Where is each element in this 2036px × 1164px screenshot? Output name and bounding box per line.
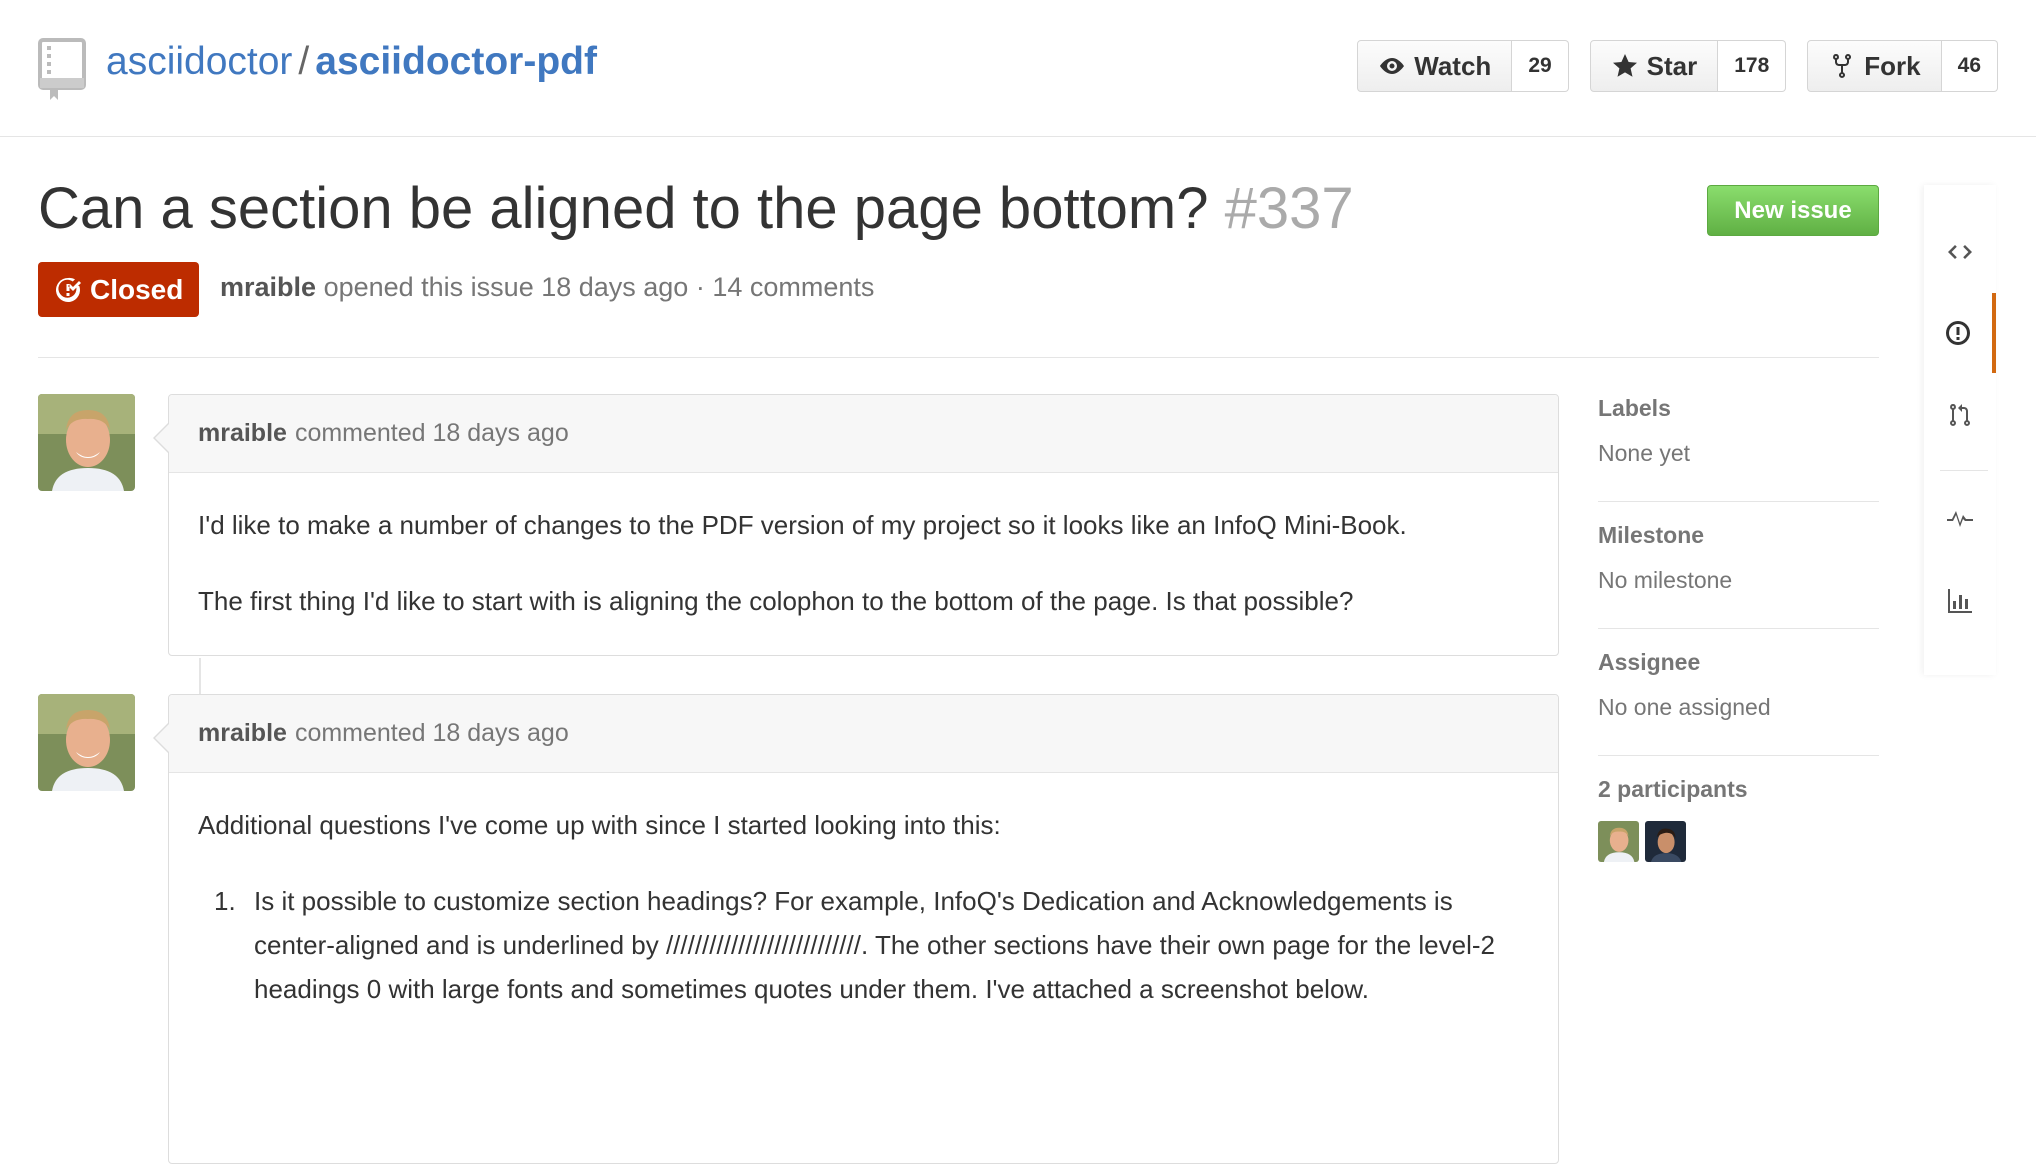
star-group: Star 178 bbox=[1589, 40, 1787, 92]
star-icon bbox=[1612, 54, 1637, 77]
header-divider bbox=[38, 357, 1879, 358]
participant-avatars bbox=[1598, 821, 1879, 862]
nav-graphs[interactable] bbox=[1924, 560, 1996, 640]
repo-name-link[interactable]: asciidoctor-pdf bbox=[315, 40, 597, 83]
participant-avatar[interactable] bbox=[1598, 821, 1639, 862]
sidebar-assignee: Assignee No one assigned bbox=[1598, 628, 1879, 755]
watch-count[interactable]: 29 bbox=[1512, 40, 1569, 92]
sidebar-milestone: Milestone No milestone bbox=[1598, 501, 1879, 628]
repo-actions: Watch 29 Star 178 Fork 46 bbox=[1357, 40, 1998, 92]
star-label: Star bbox=[1646, 50, 1698, 81]
milestone-heading[interactable]: Milestone bbox=[1598, 522, 1879, 549]
issue-sidebar: Labels None yet Milestone No milestone A… bbox=[1598, 395, 1879, 896]
assignee-value: No one assigned bbox=[1598, 694, 1771, 720]
avatar-photo bbox=[38, 694, 135, 791]
fork-label: Fork bbox=[1864, 50, 1921, 81]
comment-2: mraible commented 18 days ago Additional… bbox=[153, 694, 1559, 1164]
repo-icon bbox=[38, 38, 86, 100]
avatar[interactable] bbox=[38, 694, 135, 791]
issue-title-text: Can a section be aligned to the page bot… bbox=[38, 176, 1209, 241]
graph-icon bbox=[1948, 589, 1972, 613]
watch-label: Watch bbox=[1414, 50, 1492, 81]
nav-pulse[interactable] bbox=[1924, 480, 1996, 560]
comment-paragraph: The first thing I'd like to start with i… bbox=[198, 586, 1354, 616]
labels-heading[interactable]: Labels bbox=[1598, 395, 1879, 422]
comment-meta: commented 18 days ago bbox=[294, 719, 569, 747]
assignee-heading[interactable]: Assignee bbox=[1598, 649, 1879, 676]
avatar[interactable] bbox=[38, 394, 135, 491]
comment-paragraph: I'd like to make a number of changes to … bbox=[198, 510, 1407, 540]
fork-icon bbox=[1833, 53, 1852, 79]
issue-closed-icon bbox=[55, 277, 81, 302]
issue-number: #337 bbox=[1224, 176, 1354, 241]
timeline-connector bbox=[199, 658, 201, 696]
list-item: 1. Is it possible to customize section h… bbox=[198, 879, 1518, 1011]
repo-nav bbox=[1924, 185, 1996, 675]
participant-avatar[interactable] bbox=[1645, 821, 1686, 862]
watch-button[interactable]: Watch bbox=[1357, 40, 1513, 92]
comment-body: I'd like to make a number of changes to … bbox=[169, 473, 1558, 623]
participant-photo bbox=[1645, 821, 1686, 862]
list-item-number: 1. bbox=[214, 886, 236, 916]
comment-header: mraible commented 18 days ago bbox=[169, 395, 1558, 473]
comment-author-link[interactable]: mraible bbox=[198, 719, 287, 748]
participants-heading: 2 participants bbox=[1598, 776, 1748, 802]
new-issue-button[interactable]: New issue bbox=[1707, 185, 1879, 236]
avatar-photo bbox=[38, 394, 135, 491]
comment-body: Additional questions I've come up with s… bbox=[169, 773, 1558, 1011]
star-count[interactable]: 178 bbox=[1718, 40, 1787, 92]
comment-meta: commented 18 days ago bbox=[294, 419, 569, 447]
nav-issues[interactable] bbox=[1924, 293, 1996, 373]
milestone-value: No milestone bbox=[1598, 567, 1733, 593]
watch-group: Watch 29 bbox=[1357, 40, 1569, 92]
nav-pull-requests[interactable] bbox=[1924, 375, 1996, 455]
nav-code[interactable] bbox=[1924, 212, 1996, 292]
list-item-text: Is it possible to customize section head… bbox=[254, 886, 1495, 1004]
issue-meta-text: opened this issue 18 days ago · 14 comme… bbox=[323, 272, 875, 302]
repo-title: asciidoctor / asciidoctor-pdf bbox=[106, 40, 597, 84]
participant-photo bbox=[1598, 821, 1639, 862]
pull-request-icon bbox=[1950, 404, 1970, 427]
fork-count[interactable]: 46 bbox=[1941, 40, 1998, 92]
fork-button[interactable]: Fork bbox=[1807, 40, 1942, 92]
pulse-icon bbox=[1947, 511, 1973, 527]
issue-meta: mraible opened this issue 18 days ago · … bbox=[220, 272, 874, 303]
issue-author-link[interactable]: mraible bbox=[220, 272, 316, 302]
comment-author-link[interactable]: mraible bbox=[198, 419, 287, 448]
fork-group: Fork 46 bbox=[1807, 40, 1998, 92]
comment-list: 1. Is it possible to customize section h… bbox=[198, 879, 1529, 1011]
repo-owner-link[interactable]: asciidoctor bbox=[106, 40, 292, 83]
issue-title: Can a section be aligned to the page bot… bbox=[38, 175, 1354, 242]
star-button[interactable]: Star bbox=[1589, 40, 1719, 92]
eye-icon bbox=[1380, 58, 1405, 74]
repo-separator: / bbox=[298, 40, 310, 83]
sidebar-labels: Labels None yet bbox=[1598, 395, 1879, 501]
repo-header: asciidoctor / asciidoctor-pdf Watch 29 Sta… bbox=[0, 0, 2036, 137]
comment-header: mraible commented 18 days ago bbox=[169, 695, 1558, 773]
comment-paragraph: Additional questions I've come up with s… bbox=[198, 810, 1001, 840]
issue-opened-icon bbox=[1946, 321, 1970, 345]
nav-separator bbox=[1940, 470, 1988, 471]
comment-1: mraible commented 18 days ago I'd like t… bbox=[153, 394, 1559, 656]
sidebar-participants: 2 participants bbox=[1598, 755, 1879, 896]
labels-value: None yet bbox=[1598, 440, 1691, 466]
issue-state-label: Closed bbox=[90, 273, 184, 305]
code-icon bbox=[1948, 245, 1972, 259]
issue-state-badge: Closed bbox=[38, 262, 200, 317]
